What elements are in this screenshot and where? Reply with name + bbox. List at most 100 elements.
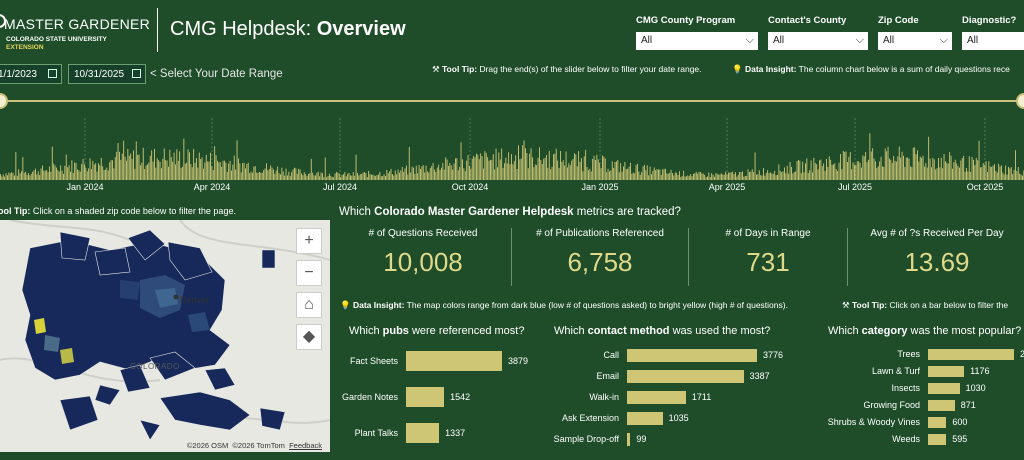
daily-column xyxy=(866,162,868,180)
bar[interactable] xyxy=(928,383,960,394)
daily-column xyxy=(837,171,839,180)
daily-column xyxy=(562,160,564,180)
bar[interactable] xyxy=(928,417,947,428)
daily-column xyxy=(12,172,14,180)
daily-column xyxy=(982,163,984,180)
daily-column xyxy=(607,168,609,180)
bar[interactable] xyxy=(627,349,757,362)
zip-code-map[interactable]: Denver COLORADO + − ⌂ ◆ ©2026 OSM ©2026 … xyxy=(0,220,330,452)
daily-column xyxy=(99,165,101,180)
daily-column xyxy=(42,165,43,180)
bar[interactable] xyxy=(627,391,686,404)
bar[interactable] xyxy=(627,412,663,425)
timeline-axis: Jan 2024 Apr 2024 Jul 2024 Oct 2024 Jan 2025… xyxy=(0,182,1024,194)
daily-column xyxy=(158,160,160,180)
daily-column xyxy=(4,176,6,180)
slider-end-handle[interactable] xyxy=(1016,93,1024,109)
daily-column xyxy=(173,152,175,180)
daily-questions-column-chart[interactable] xyxy=(0,118,1024,180)
zip-code-select[interactable]: All ⌵ xyxy=(878,32,952,50)
calendar-icon[interactable] xyxy=(132,69,141,78)
start-date-input[interactable]: 1/1/2023 xyxy=(0,64,62,84)
bar-row[interactable]: Call 3776 xyxy=(603,349,783,362)
bar[interactable] xyxy=(928,349,1014,360)
bar-row[interactable]: Plant Talks 1337 xyxy=(355,423,502,443)
contacts-county-select[interactable]: All ⌵ xyxy=(768,32,868,50)
bar-row[interactable]: Shrubs & Woody Vines 600 xyxy=(828,417,1014,428)
daily-column xyxy=(666,173,668,180)
slider-tooltip: ⚒ Tool Tip: Drag the end(s) of the slide… xyxy=(432,64,702,75)
zoom-in-button[interactable]: + xyxy=(296,228,322,254)
daily-column xyxy=(729,172,731,180)
daily-column xyxy=(597,159,599,180)
bar-row[interactable]: Walk-in 1711 xyxy=(589,391,757,404)
logo-title: MASTER GARDENER xyxy=(4,16,151,32)
bar-row[interactable]: Insects 1030 xyxy=(891,383,1014,394)
cmg-county-program-select[interactable]: All ⌵ xyxy=(636,32,758,50)
bar[interactable] xyxy=(406,351,502,371)
compass-icon[interactable]: ◆ xyxy=(296,324,322,350)
daily-column xyxy=(980,167,981,180)
daily-column xyxy=(513,161,515,180)
calendar-icon[interactable] xyxy=(48,69,57,78)
daily-column xyxy=(656,169,658,180)
end-date-input[interactable]: 10/31/2025 xyxy=(68,64,146,84)
daily-column xyxy=(602,155,603,180)
daily-column xyxy=(599,162,601,180)
daily-column xyxy=(625,169,627,180)
bar[interactable] xyxy=(928,366,965,377)
bar-value-label: 1711 xyxy=(691,392,712,402)
bar-label: Fact Sheets xyxy=(349,355,398,366)
bar[interactable] xyxy=(406,387,445,407)
bar[interactable] xyxy=(928,434,947,445)
daily-column xyxy=(526,153,528,180)
daily-column xyxy=(288,171,290,180)
slider-start-handle[interactable] xyxy=(0,93,8,109)
bar[interactable] xyxy=(928,400,955,411)
bar-value-label: 1030 xyxy=(965,383,986,393)
bar-row[interactable]: Fact Sheets 3879 xyxy=(350,351,528,371)
tip-bold: ool Tip: xyxy=(0,206,31,216)
bar-row[interactable]: Email 3387 xyxy=(596,370,770,383)
daily-column xyxy=(641,172,643,180)
timeline-axis-label: Jan 2024 xyxy=(66,182,104,192)
daily-column xyxy=(758,170,760,180)
daily-column xyxy=(333,177,335,180)
daily-column xyxy=(417,173,419,180)
bar-row[interactable]: Sample Drop-off 99 xyxy=(554,433,757,446)
bar-row[interactable]: Weeds 595 xyxy=(892,434,1014,445)
bar-row[interactable]: Growing Food 871 xyxy=(863,400,1014,411)
daily-column xyxy=(554,153,556,180)
map-feedback-link[interactable]: Feedback xyxy=(289,441,322,450)
bar-value-label: 871 xyxy=(960,400,976,410)
bar-row[interactable]: Lawn & Turf 1176 xyxy=(872,366,1014,377)
map-data-insight: 💡 Data Insight: The map colors range fro… xyxy=(340,300,788,311)
bar-row[interactable]: Ask Extension 1035 xyxy=(562,412,757,425)
daily-column xyxy=(7,175,8,180)
daily-column xyxy=(662,169,664,180)
bar[interactable] xyxy=(627,370,744,383)
daily-column xyxy=(757,174,759,180)
zoom-out-button[interactable]: − xyxy=(296,260,322,286)
bar-row[interactable]: Trees 28 xyxy=(897,349,1024,360)
bar[interactable] xyxy=(406,423,440,443)
daily-column xyxy=(481,156,483,180)
diagnostic-select[interactable]: All xyxy=(962,32,1024,50)
select-value: All xyxy=(641,35,653,46)
daily-column xyxy=(840,153,841,180)
daily-column xyxy=(365,173,367,180)
tilt-icon[interactable]: ⌂ xyxy=(296,292,322,318)
daily-column xyxy=(366,177,368,180)
daily-column xyxy=(897,156,899,180)
bar[interactable] xyxy=(627,433,631,446)
daily-column xyxy=(712,174,714,180)
daily-column xyxy=(448,165,449,180)
daily-column xyxy=(179,151,181,180)
date-range-slider-track[interactable] xyxy=(0,100,1024,102)
daily-column xyxy=(184,163,186,180)
daily-column xyxy=(873,158,875,180)
daily-column xyxy=(833,164,834,180)
select-value: All xyxy=(967,35,979,46)
bar-row[interactable]: Garden Notes 1542 xyxy=(342,387,502,407)
map-canvas[interactable] xyxy=(0,220,330,452)
